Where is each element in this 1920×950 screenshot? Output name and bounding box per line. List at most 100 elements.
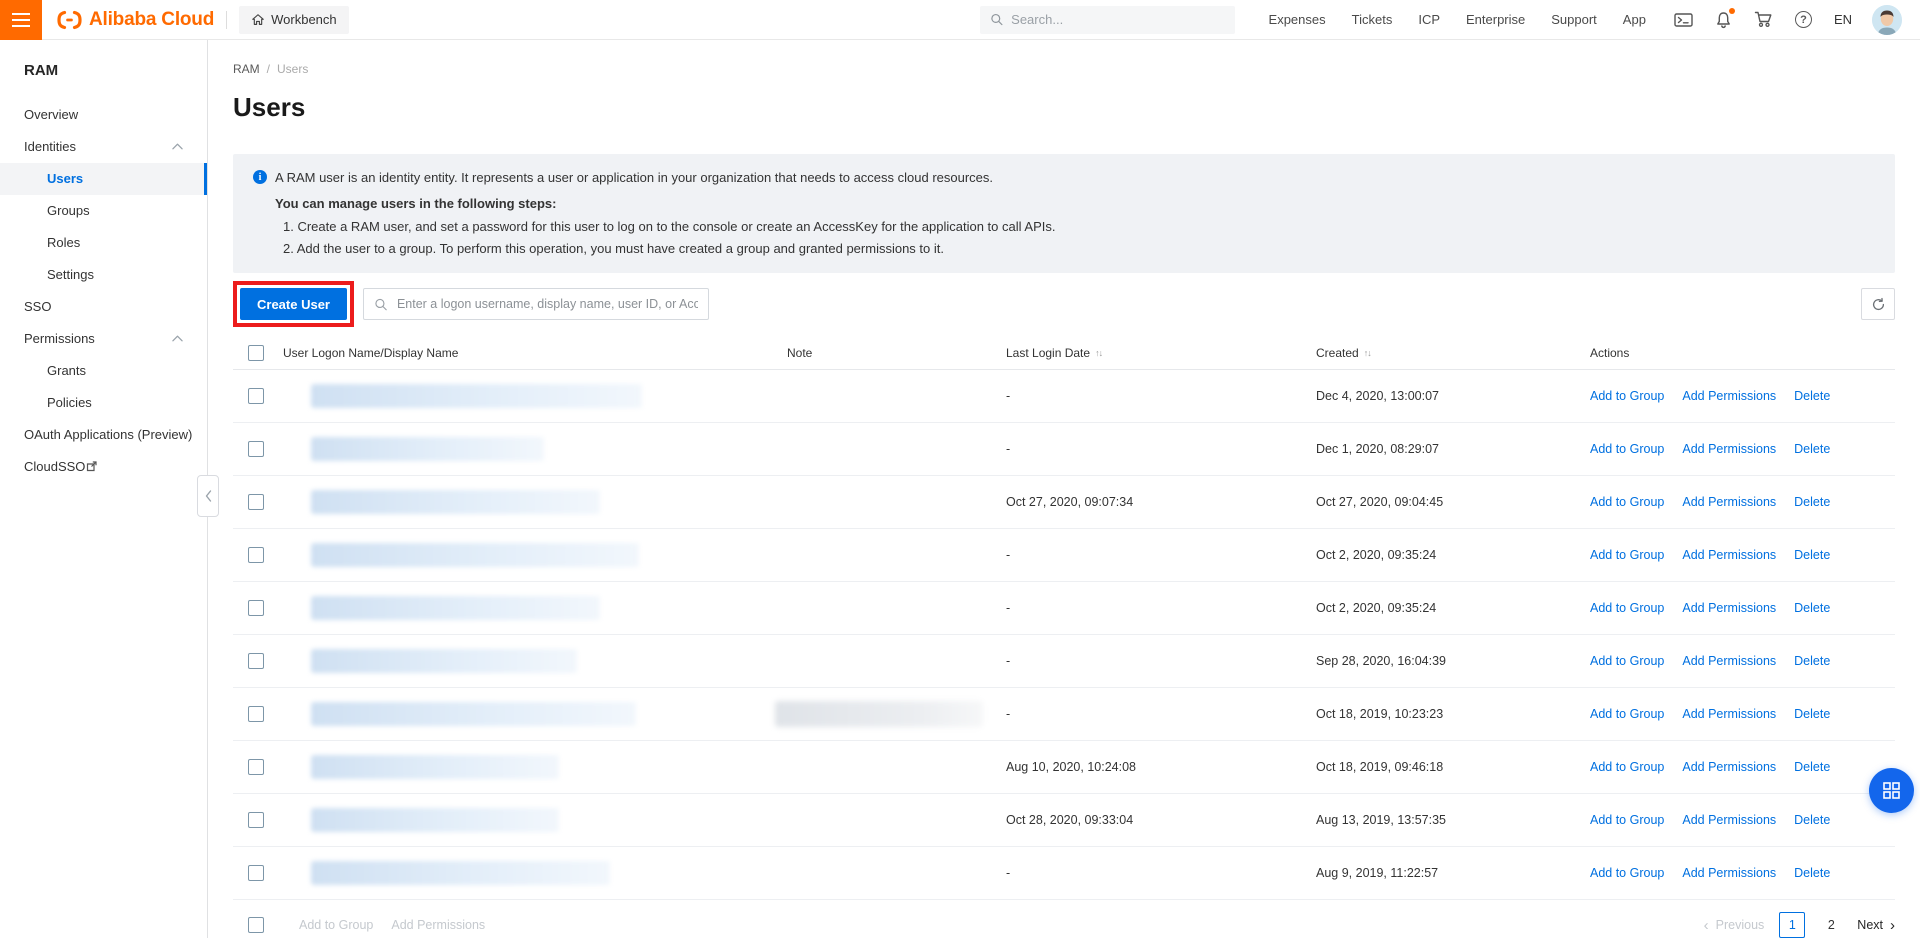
redacted-user-name[interactable] bbox=[311, 649, 577, 673]
redacted-user-name[interactable] bbox=[311, 808, 559, 832]
add-permissions-link[interactable]: Add Permissions bbox=[1682, 548, 1776, 562]
delete-link[interactable]: Delete bbox=[1794, 442, 1830, 456]
sidebar-item-overview[interactable]: Overview bbox=[0, 99, 207, 131]
hamburger-menu-button[interactable] bbox=[0, 0, 42, 40]
user-avatar[interactable] bbox=[1872, 5, 1902, 35]
table-row: Aug 10, 2020, 10:24:08 Oct 18, 2019, 09:… bbox=[233, 741, 1895, 794]
add-permissions-link[interactable]: Add Permissions bbox=[1682, 389, 1776, 403]
add-permissions-link[interactable]: Add Permissions bbox=[1682, 442, 1776, 456]
topnav-link-icp[interactable]: ICP bbox=[1418, 12, 1440, 27]
select-all-checkbox[interactable] bbox=[248, 345, 264, 361]
row-checkbox[interactable] bbox=[248, 865, 264, 881]
add-to-group-link[interactable]: Add to Group bbox=[1590, 389, 1664, 403]
delete-link[interactable]: Delete bbox=[1794, 495, 1830, 509]
redacted-user-name[interactable] bbox=[311, 437, 544, 461]
sidebar-item-permissions[interactable]: Permissions bbox=[0, 323, 207, 355]
col-header-created[interactable]: Created bbox=[1316, 346, 1359, 360]
delete-link[interactable]: Delete bbox=[1794, 654, 1830, 668]
add-to-group-link[interactable]: Add to Group bbox=[1590, 813, 1664, 827]
user-search-input[interactable] bbox=[397, 297, 698, 311]
console-terminal-icon[interactable] bbox=[1674, 12, 1693, 28]
col-header-last-login[interactable]: Last Login Date bbox=[1006, 346, 1090, 360]
row-checkbox[interactable] bbox=[248, 547, 264, 563]
alibaba-cloud-logo[interactable]: Alibaba Cloud bbox=[56, 9, 214, 31]
row-checkbox[interactable] bbox=[248, 759, 264, 775]
topnav-link-tickets[interactable]: Tickets bbox=[1352, 12, 1393, 27]
delete-link[interactable]: Delete bbox=[1794, 813, 1830, 827]
add-to-group-link[interactable]: Add to Group bbox=[1590, 866, 1664, 880]
redacted-user-name[interactable] bbox=[311, 755, 559, 779]
refresh-button[interactable] bbox=[1861, 288, 1895, 320]
add-permissions-link[interactable]: Add Permissions bbox=[1682, 866, 1776, 880]
sidebar-item-oauth-applications-preview[interactable]: OAuth Applications (Preview) bbox=[0, 419, 207, 451]
breadcrumb: RAM / Users bbox=[233, 62, 1895, 76]
delete-link[interactable]: Delete bbox=[1794, 601, 1830, 615]
workbench-button[interactable]: Workbench bbox=[239, 6, 349, 34]
add-permissions-link[interactable]: Add Permissions bbox=[1682, 601, 1776, 615]
add-to-group-link[interactable]: Add to Group bbox=[1590, 495, 1664, 509]
notifications-bell-icon[interactable] bbox=[1715, 11, 1732, 29]
global-search-input[interactable] bbox=[1011, 12, 1224, 27]
sidebar-item-cloudsso[interactable]: CloudSSO bbox=[0, 451, 207, 483]
cart-icon[interactable] bbox=[1754, 11, 1773, 28]
add-to-group-link[interactable]: Add to Group bbox=[1590, 760, 1664, 774]
sidebar-item-groups[interactable]: Groups bbox=[0, 195, 207, 227]
topnav-link-support[interactable]: Support bbox=[1551, 12, 1597, 27]
help-icon[interactable]: ? bbox=[1795, 11, 1812, 28]
add-permissions-link[interactable]: Add Permissions bbox=[1682, 760, 1776, 774]
delete-link[interactable]: Delete bbox=[1794, 760, 1830, 774]
topnav-link-app[interactable]: App bbox=[1623, 12, 1646, 27]
row-checkbox[interactable] bbox=[248, 653, 264, 669]
language-selector[interactable]: EN bbox=[1834, 12, 1852, 27]
add-to-group-link[interactable]: Add to Group bbox=[1590, 601, 1664, 615]
pagination-page-1[interactable]: 1 bbox=[1779, 912, 1805, 938]
redacted-user-name[interactable] bbox=[311, 596, 600, 620]
add-to-group-link[interactable]: Add to Group bbox=[1590, 442, 1664, 456]
sidebar-collapse-button[interactable] bbox=[197, 475, 219, 517]
sort-icon[interactable]: ↑↓ bbox=[1364, 348, 1371, 358]
add-to-group-link[interactable]: Add to Group bbox=[1590, 654, 1664, 668]
sidebar-item-identities[interactable]: Identities bbox=[0, 131, 207, 163]
cell-last-login: - bbox=[1006, 707, 1316, 721]
sort-icon[interactable]: ↑↓ bbox=[1095, 348, 1102, 358]
add-permissions-link[interactable]: Add Permissions bbox=[1682, 707, 1776, 721]
create-user-button[interactable]: Create User bbox=[240, 288, 347, 320]
redacted-user-name[interactable] bbox=[311, 384, 642, 408]
topnav-link-expenses[interactable]: Expenses bbox=[1269, 12, 1326, 27]
redacted-user-name[interactable] bbox=[311, 861, 610, 885]
row-checkbox[interactable] bbox=[248, 441, 264, 457]
sidebar-title: RAM bbox=[0, 62, 207, 79]
redacted-user-name[interactable] bbox=[311, 543, 639, 567]
row-checkbox[interactable] bbox=[248, 388, 264, 404]
pagination-page-2[interactable]: 2 bbox=[1820, 918, 1842, 932]
pagination-next[interactable]: Next › bbox=[1857, 918, 1895, 933]
row-checkbox[interactable] bbox=[248, 706, 264, 722]
row-checkbox[interactable] bbox=[248, 494, 264, 510]
delete-link[interactable]: Delete bbox=[1794, 866, 1830, 880]
delete-link[interactable]: Delete bbox=[1794, 548, 1830, 562]
sidebar-item-roles[interactable]: Roles bbox=[0, 227, 207, 259]
global-search[interactable] bbox=[980, 6, 1235, 34]
sidebar-item-users[interactable]: Users bbox=[0, 163, 207, 195]
breadcrumb-ram[interactable]: RAM bbox=[233, 62, 260, 76]
add-permissions-link[interactable]: Add Permissions bbox=[1682, 495, 1776, 509]
delete-link[interactable]: Delete bbox=[1794, 707, 1830, 721]
add-to-group-link[interactable]: Add to Group bbox=[1590, 548, 1664, 562]
sidebar-item-settings[interactable]: Settings bbox=[0, 259, 207, 291]
add-permissions-link[interactable]: Add Permissions bbox=[1682, 813, 1776, 827]
redacted-user-name[interactable] bbox=[311, 490, 600, 514]
cell-last-login: Oct 27, 2020, 09:07:34 bbox=[1006, 495, 1316, 509]
redacted-user-name[interactable] bbox=[311, 702, 636, 726]
add-permissions-link[interactable]: Add Permissions bbox=[1682, 654, 1776, 668]
user-search-box[interactable] bbox=[363, 288, 709, 320]
add-to-group-link[interactable]: Add to Group bbox=[1590, 707, 1664, 721]
row-checkbox[interactable] bbox=[248, 812, 264, 828]
floating-apps-button[interactable] bbox=[1869, 768, 1914, 813]
delete-link[interactable]: Delete bbox=[1794, 389, 1830, 403]
sidebar-item-sso[interactable]: SSO bbox=[0, 291, 207, 323]
row-checkbox[interactable] bbox=[248, 600, 264, 616]
footer-select-all-checkbox[interactable] bbox=[248, 917, 264, 933]
sidebar-item-grants[interactable]: Grants bbox=[0, 355, 207, 387]
sidebar-item-policies[interactable]: Policies bbox=[0, 387, 207, 419]
topnav-link-enterprise[interactable]: Enterprise bbox=[1466, 12, 1525, 27]
